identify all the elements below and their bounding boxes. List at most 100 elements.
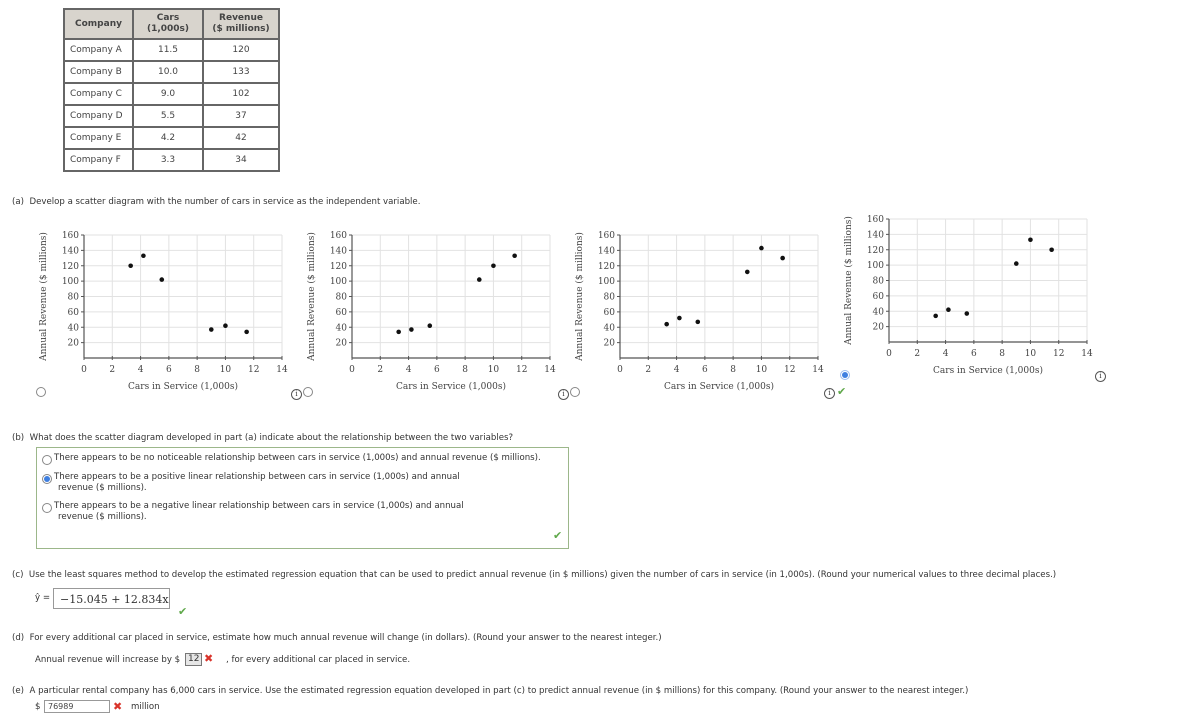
data-point [396,329,401,335]
scatter-chart-1: 0 2 4 6 8 10 12 14 20 40 60 80 100 120 140 160 Cars in S… [34,227,302,401]
part-label: (b) [12,433,25,443]
company-cell: Company A [63,38,134,62]
scatter-svg: 0 2 4 6 8 10 12 14 20 40 60 80 100 120 140 160 Cars in S… [843,215,1093,376]
radio-button[interactable] [42,503,52,513]
cars-cell: 10.0 [132,60,204,84]
header-line: Revenue [219,13,263,23]
table-row: Company A 11.5 120 [63,38,280,62]
x-tick-label: 4 [674,365,680,375]
x-tick-label: 10 [220,365,232,375]
y-tick-label: 40 [873,307,885,317]
y-tick-label: 60 [604,308,616,318]
radio-button[interactable] [42,455,52,465]
revenue-cell: 37 [202,104,280,128]
x-tick-label: 2 [645,365,651,375]
x-tick-label: 14 [276,365,288,375]
y-tick-label: 160 [330,231,347,241]
regression-equation-input[interactable]: −15.045 + 12.834x [53,588,170,609]
scatter-chart-2: 0 2 4 6 8 10 12 14 20 40 60 80 100 120 140 160 Cars in S… [302,227,570,401]
option-negative-linear[interactable]: There appears to be a negative linear re… [42,501,464,523]
x-axis-label: Cars in Service (1,000s) [128,381,238,392]
revenue-cell: 34 [202,148,280,172]
cars-cell: 3.3 [132,148,204,172]
info-icon[interactable]: i [1095,371,1106,382]
option-no-relationship[interactable]: There appears to be no noticeable relati… [42,453,541,465]
part-e-question: (e) A particular rental company has 6,00… [12,686,968,696]
y-tick-label: 120 [62,262,79,272]
part-b-question: (b) What does the scatter diagram develo… [12,433,513,443]
x-tick-label: 10 [488,365,500,375]
part-d-question: (d) For every additional car placed in s… [12,633,662,643]
correct-check-icon: ✔ [553,529,563,542]
radio-button-selected[interactable] [42,474,52,484]
y-tick-label: 160 [62,231,79,241]
incorrect-x-icon: ✖ [113,700,123,713]
data-point [964,311,970,316]
data-point [664,321,669,327]
revenue-increase-input[interactable]: 12 [185,653,203,666]
scatter-option-radio-2[interactable] [303,387,313,397]
company-cell: Company D [63,104,134,128]
data-point [933,313,938,319]
table-body: Company A 11.5 120 Company B 10.0 133 Company … [63,38,280,172]
y-tick-label: 60 [68,308,80,318]
scatter-chart-3: 0 2 4 6 8 10 12 14 20 40 60 80 100 120 140 160 Cars in S… [570,227,838,401]
revenue-cell: 42 [202,126,280,150]
scatter-svg: 0 2 4 6 8 10 12 14 20 40 60 80 100 120 140 160 Cars in S… [38,231,288,392]
header-line: (1,000s) [146,24,190,34]
data-point [759,245,764,251]
header-line: ($ millions) [212,24,270,34]
data-table: Company Cars (1,000s) Revenue ($ millions)… [63,8,280,172]
x-tick-label: 6 [702,365,708,375]
y-tick-label: 40 [336,323,348,333]
x-tick-label: 6 [971,349,977,359]
y-tick-label: 100 [598,277,615,287]
scatter-option-radio-3[interactable] [570,387,580,397]
y-tick-label: 20 [604,339,616,349]
part-d-suffix: , for every additional car placed in ser… [226,655,411,665]
revenue-cell: 120 [202,38,280,62]
y-tick-label: 140 [598,246,615,256]
y-tick-label: 80 [336,293,348,303]
data-point [223,323,228,329]
part-c-prompt: Use the least squares method to develop … [28,570,1057,580]
x-tick-label: 2 [914,349,920,359]
y-tick-label: 120 [330,262,347,272]
data-point [512,253,517,259]
y-tick-label: 140 [62,246,79,256]
scatter-chart-4: 0 2 4 6 8 10 12 14 20 40 60 80 100 120 140 160 Cars in S… [839,211,1107,385]
x-axis-label: Cars in Service (1,000s) [396,381,506,392]
y-tick-label: 140 [330,246,347,256]
x-tick-label: 2 [377,365,383,375]
info-icon[interactable]: i [291,389,302,400]
info-icon[interactable]: i [824,388,835,399]
x-tick-label: 12 [1053,349,1064,359]
x-tick-label: 8 [730,365,736,375]
cars-cell: 5.5 [132,104,204,128]
scatter-option-radio-1[interactable] [36,387,46,397]
y-tick-label: 80 [604,293,616,303]
data-point [1049,247,1054,253]
x-axis-label: Cars in Service (1,000s) [933,365,1043,376]
revenue-cell: 102 [202,82,280,106]
y-tick-label: 40 [68,323,80,333]
data-point [946,307,951,313]
y-tick-label: 160 [867,215,884,225]
x-tick-label: 10 [1025,349,1037,359]
incorrect-x-icon: ✖ [204,652,214,665]
y-axis-label: Annual Revenue ($ millions) [306,232,317,362]
info-icon[interactable]: i [558,389,569,400]
option-label: There appears to be no noticeable relati… [54,453,541,463]
x-tick-label: 0 [617,365,623,375]
y-axis-label: Annual Revenue ($ millions) [843,216,854,346]
data-point [677,315,682,321]
data-point [409,327,414,332]
x-tick-label: 0 [81,365,87,375]
option-positive-linear[interactable]: There appears to be a positive linear re… [42,472,460,494]
y-tick-label: 80 [873,277,885,287]
predicted-revenue-input[interactable]: 76989 [44,700,110,713]
part-d-prefix: Annual revenue will increase by $ [35,655,181,665]
scatter-option-radio-4[interactable] [840,370,850,380]
data-point [1028,237,1033,243]
y-tick-label: 60 [873,292,885,302]
